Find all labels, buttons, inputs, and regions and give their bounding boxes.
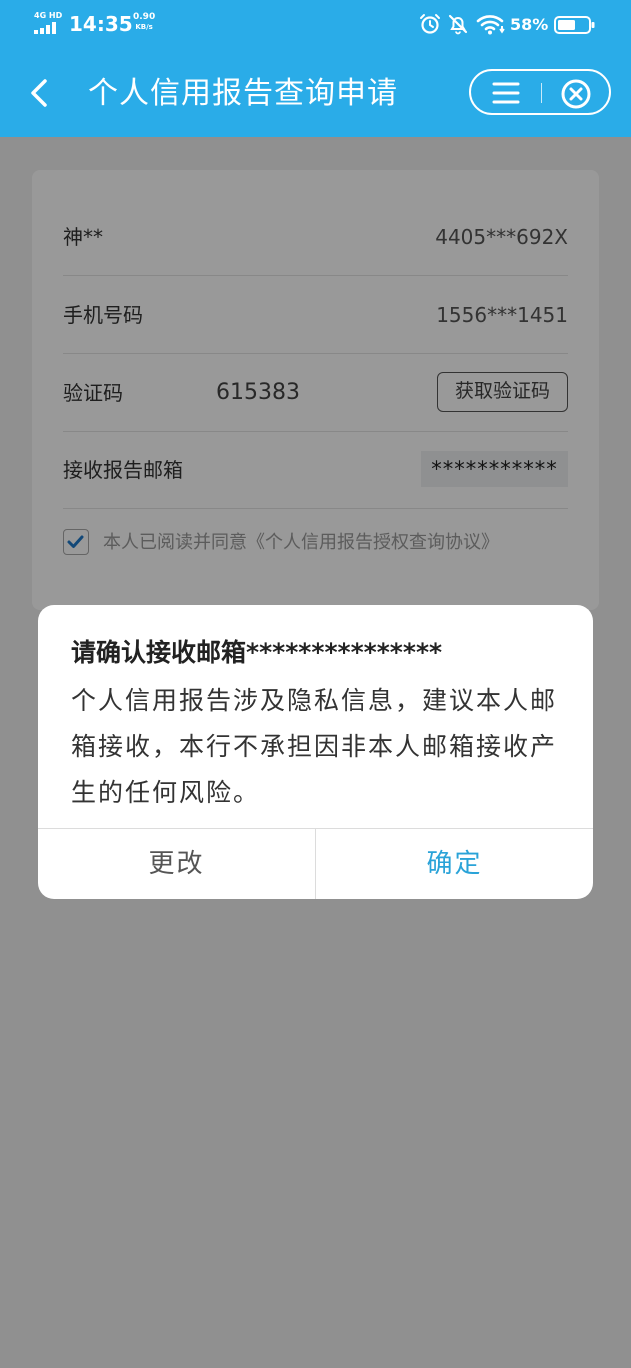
dialog-title: 请确认接收邮箱*************** bbox=[71, 638, 443, 667]
change-button[interactable]: 更改 bbox=[38, 829, 316, 899]
confirm-button[interactable]: 确定 bbox=[316, 829, 593, 899]
network-type: 4G HD bbox=[34, 11, 63, 20]
status-bar: 4G HD 14:35 0.90 KB/s 58% bbox=[0, 0, 631, 50]
speed-unit: KB/s bbox=[135, 23, 153, 31]
dialog-buttons: 更改 确定 bbox=[38, 828, 593, 899]
confirm-email-dialog: 请确认接收邮箱*************** 个人信用报告涉及隐私信息，建议本人… bbox=[38, 605, 593, 899]
wifi-icon bbox=[476, 15, 505, 35]
battery-icon bbox=[554, 16, 595, 34]
speed-value: 0.90 bbox=[133, 12, 156, 22]
battery-percent: 58% bbox=[510, 15, 549, 34]
mini-app-capsule bbox=[469, 69, 611, 115]
capsule-divider bbox=[541, 83, 542, 103]
status-time: 14:35 bbox=[69, 12, 133, 36]
app-header: 个人信用报告查询申请 bbox=[0, 50, 631, 137]
network-speed: 0.90 KB/s bbox=[133, 12, 155, 32]
bell-muted-icon bbox=[448, 14, 468, 35]
close-circle-icon[interactable] bbox=[559, 77, 593, 111]
signal-icon: 4G HD bbox=[34, 12, 64, 34]
page-title: 个人信用报告查询申请 bbox=[88, 76, 398, 111]
alarm-icon bbox=[420, 14, 440, 34]
menu-icon[interactable] bbox=[491, 79, 521, 107]
chevron-left-icon[interactable] bbox=[20, 73, 60, 113]
dialog-message: 个人信用报告涉及隐私信息，建议本人邮箱接收，本行不承担因非本人邮箱接收产生的任何… bbox=[71, 686, 558, 807]
